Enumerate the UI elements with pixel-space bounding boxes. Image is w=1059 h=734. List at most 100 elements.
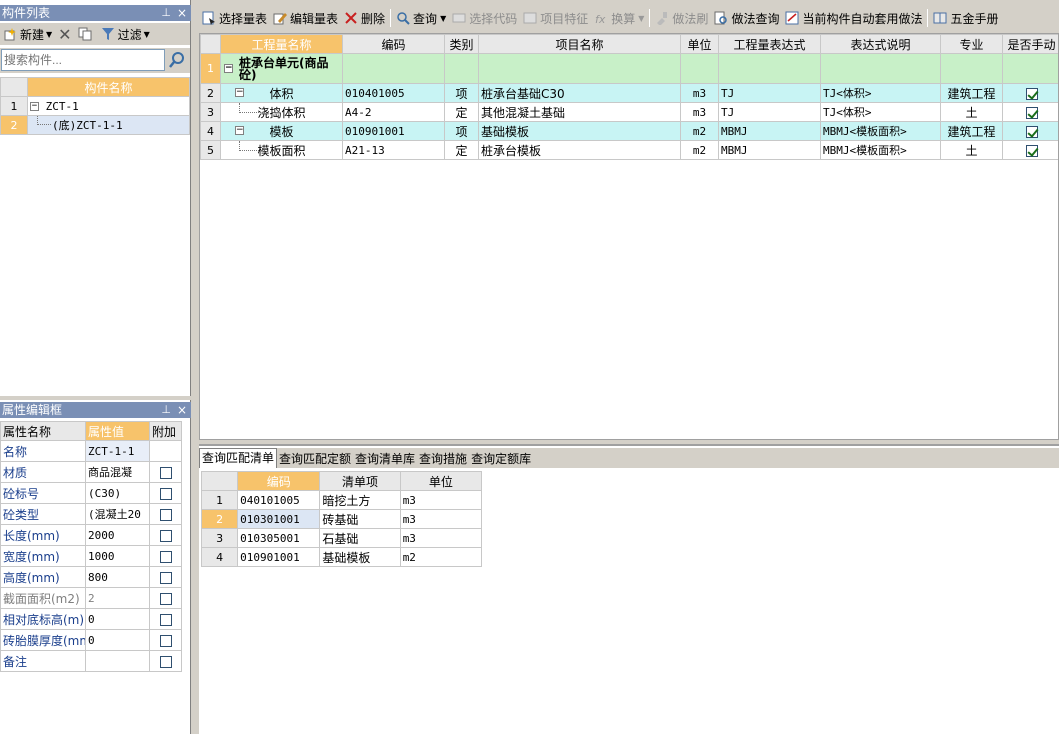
extra-checkbox[interactable] (159, 634, 172, 647)
bottom-tab[interactable]: 查询匹配清单 (199, 448, 278, 468)
tree-row[interactable]: 2 (底)ZCT-1-1 (0, 115, 190, 135)
tree-row[interactable]: 1 − ZCT-1 (0, 96, 190, 116)
property-row[interactable]: 长度(mm) 2000 (0, 524, 182, 546)
property-value[interactable]: 0 (85, 629, 150, 651)
expression-desc-cell[interactable] (820, 53, 941, 84)
toolbar-button-formula[interactable]: fx 换算 ▼ (591, 8, 647, 28)
quantity-name[interactable]: − 体积 (220, 83, 343, 103)
query-result-row[interactable]: 2 010301001 砖基础 m3 (200, 509, 483, 529)
collapse-icon[interactable]: − (30, 102, 39, 111)
property-value[interactable]: (C30) (85, 482, 150, 504)
property-row[interactable]: 砼类型 (混凝土20 (0, 503, 182, 525)
toolbar-button-brush[interactable]: 做法刷 (652, 8, 711, 28)
unit-cell[interactable]: m2 (680, 140, 719, 160)
unit-cell[interactable]: m3 (399, 490, 483, 510)
code-cell[interactable]: 040101005 (237, 490, 321, 510)
expression-cell[interactable]: MBMJ (718, 140, 821, 160)
project-name-cell[interactable] (478, 53, 681, 84)
major-cell[interactable]: 建筑工程 (940, 83, 1003, 103)
query-result-row[interactable]: 3 010305001 石基础 m3 (200, 528, 483, 548)
type-cell[interactable]: 项 (444, 83, 479, 103)
extra-checkbox[interactable] (159, 592, 172, 605)
toolbar-button-edit-table[interactable]: 编辑量表 (270, 8, 341, 28)
column-header[interactable]: 类别 (444, 34, 479, 54)
type-cell[interactable]: 定 (444, 140, 479, 160)
expression-desc-cell[interactable]: MBMJ<模板面积> (820, 121, 941, 141)
search-input[interactable] (1, 49, 165, 71)
extra-checkbox[interactable] (159, 466, 172, 479)
property-row[interactable]: 备注 (0, 650, 182, 672)
property-row[interactable]: 截面面积(m2) 2 (0, 587, 182, 609)
tree-item[interactable]: (底)ZCT-1-1 (27, 115, 190, 135)
expression-desc-cell[interactable]: MBMJ<模板面积> (820, 140, 941, 160)
manual-checkbox[interactable] (1025, 106, 1038, 119)
column-header[interactable]: 单位 (399, 471, 483, 491)
quantity-row[interactable]: 3 浇捣体积 A4-2 定其他混凝土基础 m3 TJ TJ<体积> 土 (200, 102, 1058, 122)
extra-checkbox[interactable] (159, 487, 172, 500)
dropdown-arrow-icon[interactable]: ▼ (440, 14, 446, 23)
quantity-name[interactable]: − 模板 (220, 121, 343, 141)
manual-checkbox[interactable] (1025, 125, 1038, 138)
column-header[interactable]: 工程量表达式 (718, 34, 821, 54)
property-value[interactable]: 2000 (85, 524, 150, 546)
manual-checkbox[interactable] (1025, 144, 1038, 157)
property-row[interactable]: 名称 ZCT-1-1 (0, 440, 182, 462)
filter-button[interactable]: 过滤 ▼ (98, 24, 153, 44)
toolbar-button-manual[interactable]: 五金手册 (930, 8, 1001, 28)
property-row[interactable]: 高度(mm) 800 (0, 566, 182, 588)
component-name-header[interactable]: 构件名称 (27, 77, 190, 97)
unit-cell[interactable]: m2 (399, 547, 483, 567)
list-item-cell[interactable]: 石基础 (319, 528, 401, 548)
property-row[interactable]: 宽度(mm) 1000 (0, 545, 182, 567)
quantity-row[interactable]: 5 模板面积 A21-13 定桩承台模板 m2 MBMJ MBMJ<模板面积> 土 (200, 140, 1058, 160)
extra-checkbox[interactable] (159, 529, 172, 542)
code-cell[interactable] (342, 53, 445, 84)
unit-cell[interactable]: m3 (680, 102, 719, 122)
quantity-name[interactable]: − 桩承台单元(商品砼) (220, 53, 343, 84)
toolbar-button-select-code[interactable]: 选择代码 (449, 8, 520, 28)
dropdown-arrow-icon[interactable]: ▼ (144, 30, 150, 39)
property-row[interactable]: 砖胎膜厚度(mm 0 (0, 629, 182, 651)
extra-checkbox[interactable] (159, 571, 172, 584)
extra-checkbox[interactable] (159, 655, 172, 668)
quantity-row[interactable]: 1− 桩承台单元(商品砼) (200, 53, 1058, 84)
bottom-tab[interactable]: 查询匹配定额 (277, 450, 353, 468)
property-value[interactable]: 商品混凝 (85, 461, 150, 483)
code-cell[interactable]: 010301001 (237, 509, 321, 529)
expression-desc-cell[interactable]: TJ<体积> (820, 102, 941, 122)
toolbar-button-method-query[interactable]: 做法查询 (711, 8, 782, 28)
column-header[interactable]: 专业 (940, 34, 1003, 54)
quantity-row[interactable]: 4 − 模板 010901001 项基础模板 m2 MBMJ MBMJ<模板面积> 建筑工程 (200, 121, 1058, 141)
close-icon[interactable]: × (177, 5, 187, 21)
column-header[interactable]: 单位 (680, 34, 719, 54)
quantity-row[interactable]: 2 − 体积 010401005 项桩承台基础C30 m3 TJ TJ<体积> 建筑工程 (200, 83, 1058, 103)
tree-item[interactable]: − ZCT-1 (27, 96, 190, 116)
dropdown-arrow-icon[interactable]: ▼ (638, 14, 644, 23)
toolbar-button-auto-apply[interactable]: 当前构件自动套用做法 (782, 8, 925, 28)
property-row[interactable]: 材质 商品混凝 (0, 461, 182, 483)
column-header[interactable]: 项目名称 (478, 34, 681, 54)
property-row[interactable]: 砼标号 (C30) (0, 482, 182, 504)
manual-cell[interactable] (1002, 83, 1058, 103)
collapse-icon[interactable]: − (224, 64, 233, 73)
extra-checkbox[interactable] (159, 550, 172, 563)
bottom-tab[interactable]: 查询措施 (417, 450, 469, 468)
column-header[interactable]: 编码 (342, 34, 445, 54)
manual-checkbox[interactable] (1025, 87, 1038, 100)
code-cell[interactable]: 010901001 (237, 547, 321, 567)
project-name-cell[interactable]: 基础模板 (478, 121, 681, 141)
copy-component-button[interactable] (75, 24, 98, 44)
project-name-cell[interactable]: 其他混凝土基础 (478, 102, 681, 122)
type-cell[interactable]: 定 (444, 102, 479, 122)
column-header[interactable]: 工程量名称 (220, 34, 343, 54)
code-cell[interactable]: A4-2 (342, 102, 445, 122)
toolbar-button-delete[interactable]: 删除 (341, 8, 388, 28)
expression-cell[interactable] (718, 53, 821, 84)
dropdown-arrow-icon[interactable]: ▼ (46, 30, 52, 39)
type-cell[interactable] (444, 53, 479, 84)
code-cell[interactable]: A21-13 (342, 140, 445, 160)
quantity-name[interactable]: 模板面积 (220, 140, 343, 160)
toolbar-button-feature[interactable]: 项目特征 (520, 8, 591, 28)
code-cell[interactable]: 010305001 (237, 528, 321, 548)
expression-cell[interactable]: TJ (718, 102, 821, 122)
